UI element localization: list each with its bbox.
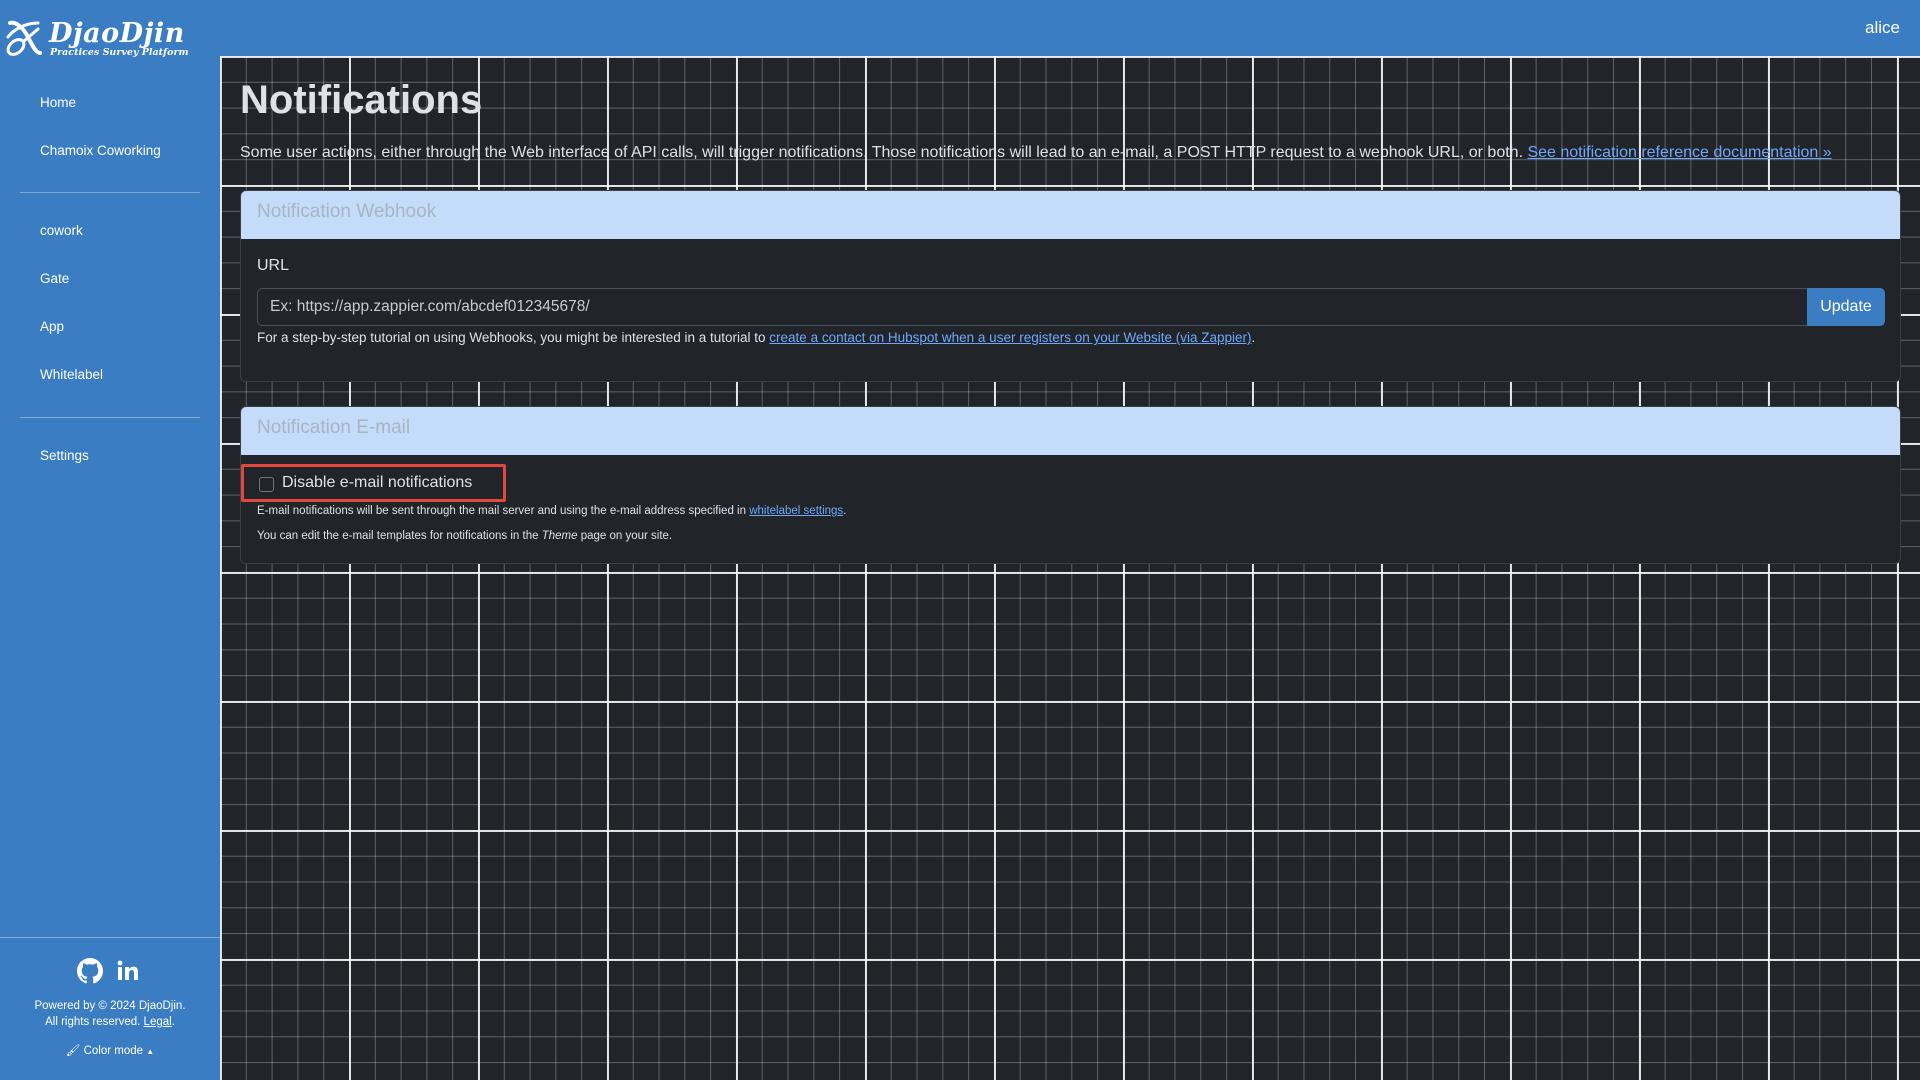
update-button[interactable]: Update [1807,288,1885,326]
email-note-server-suffix: . [843,505,847,517]
disable-email-checkbox[interactable] [259,477,274,492]
footer-powered-by: Powered by © 2024 DjaoDjin. [34,1000,186,1012]
legal-link[interactable]: Legal [144,1016,172,1028]
email-card-header: Notification E-mail [241,407,1900,455]
disable-email-checkbox-row[interactable]: Disable e-mail notifications [241,464,506,502]
email-note-server: E-mail notifications will be sent throug… [257,505,846,517]
sidebar-item-gate[interactable]: Gate [40,271,69,286]
sidebar-item-settings[interactable]: Settings [40,448,89,463]
sidebar-divider [20,192,200,193]
sidebar-item-chamoix-coworking[interactable]: Chamoix Coworking [40,143,161,158]
email-note-server-prefix: E-mail notifications will be sent throug… [257,505,746,517]
sidebar: Home Chamoix Coworking cowork Gate App W… [0,56,220,1080]
notification-docs-link[interactable]: See notification reference documentation… [1527,144,1831,161]
hubspot-tutorial-link[interactable]: create a contact on Hubspot when a user … [769,330,1251,345]
webhook-help-prefix: For a step-by-step tutorial on using Web… [257,330,766,345]
page-title: Notifications [240,78,483,122]
email-note-templates-suffix: page on your site. [580,530,673,542]
email-card: Notification E-mail Disable e-mail notif… [240,406,1901,564]
brand-name: DjaoDjin [49,18,185,49]
email-note-templates: You can edit the e-mail templates for no… [257,530,672,542]
color-mode-toggle[interactable]: 🖌 Color mode ▲ [0,1043,220,1057]
url-label: URL [257,257,290,274]
linkedin-icon[interactable] [115,958,141,984]
sidebar-item-whitelabel[interactable]: Whitelabel [40,367,103,382]
webhook-help-text: For a step-by-step tutorial on using Web… [257,330,1255,345]
sidebar-item-cowork[interactable]: cowork [40,223,83,238]
webhook-help-suffix: . [1251,330,1256,345]
footer-rights: All rights reserved. Legal. [45,1016,175,1028]
brush-icon: 🖌 [65,1045,81,1057]
whitelabel-settings-link[interactable]: whitelabel settings [749,505,843,517]
brand-logo-link[interactable]: DjaoDjin Practices Survey Platform [4,17,214,61]
page-intro: Some user actions, either through the We… [240,144,1900,162]
sidebar-item-app[interactable]: App [40,319,64,334]
brand-tagline: Practices Survey Platform [50,47,189,58]
webhook-url-input[interactable] [257,288,1807,326]
page-intro-text: Some user actions, either through the We… [240,144,1524,161]
user-menu[interactable]: alice [1865,18,1900,38]
caret-up-icon: ▲ [146,1047,155,1056]
sidebar-divider [20,417,200,418]
footer-rights-text: All rights reserved. [45,1016,141,1028]
email-note-templates-prefix: You can edit the e-mail templates for no… [257,530,539,542]
webhook-card: Notification Webhook URL Update For a st… [240,190,1901,382]
disable-email-label[interactable]: Disable e-mail notifications [282,474,472,492]
sidebar-item-home[interactable]: Home [40,95,76,110]
github-icon[interactable] [77,958,103,984]
webhook-card-header: Notification Webhook [241,191,1900,239]
email-note-theme: Theme [541,530,578,542]
top-navbar: DjaoDjin Practices Survey Platform alice [0,0,1920,58]
color-mode-label: Color mode [83,1045,144,1057]
sidebar-footer: Powered by © 2024 DjaoDjin. All rights r… [0,937,220,1080]
djaodjin-logo-icon [6,20,42,56]
webhook-url-group: Update [257,288,1885,326]
